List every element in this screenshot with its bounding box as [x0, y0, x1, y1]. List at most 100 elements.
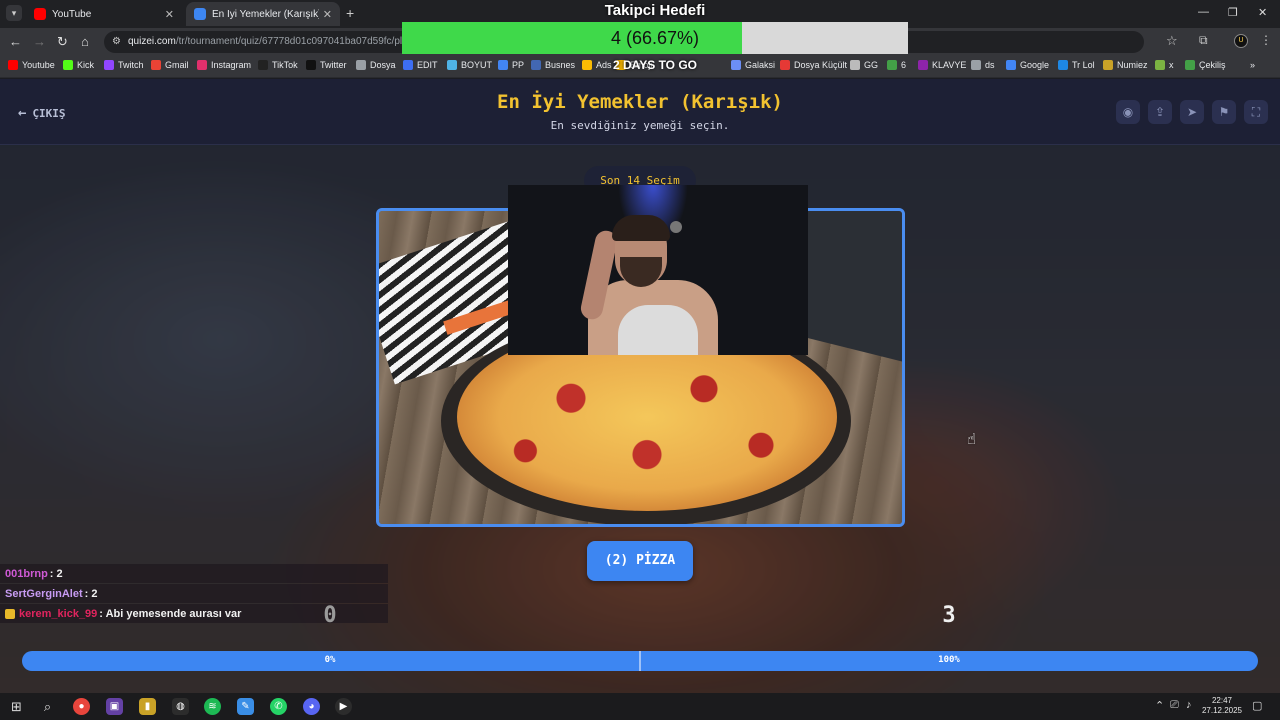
more-bookmarks-icon[interactable]: »	[1250, 60, 1255, 70]
windows-start-icon[interactable]: ⊞	[8, 698, 25, 715]
bookmark-item[interactable]: Twitch	[104, 60, 144, 70]
clock[interactable]: 22:47 27.12.2025	[1196, 696, 1248, 716]
library-icon[interactable]: ▮	[139, 698, 156, 715]
network-icon[interactable]: ⎚	[1170, 699, 1179, 712]
bookmark-favicon-icon	[1058, 60, 1068, 70]
quizei-icon	[194, 8, 206, 20]
bookmark-label: Youtube	[22, 60, 55, 70]
bookmark-favicon-icon	[1103, 60, 1113, 70]
profile-avatar[interactable]: U	[1234, 34, 1248, 48]
progress-divider	[639, 651, 641, 671]
bookmark-item[interactable]: Twitter	[306, 60, 347, 70]
spotify-icon[interactable]: ≋	[204, 698, 221, 715]
clock-date: 27.12.2025	[1201, 706, 1243, 715]
bookmark-favicon-icon	[306, 60, 316, 70]
choice-button[interactable]: (2) PİZZA	[587, 541, 693, 581]
bookmark-label: Twitch	[118, 60, 144, 70]
quiz-page: ← ÇIKIŞ En İyi Yemekler (Karışık) En sev…	[0, 79, 1280, 693]
tab-search-icon[interactable]: ▾	[6, 5, 22, 21]
bookmark-favicon-icon	[104, 60, 114, 70]
bookmark-favicon-icon	[356, 60, 366, 70]
tab-title: YouTube	[52, 8, 92, 20]
bookmark-item[interactable]: Numiez	[1103, 60, 1148, 70]
bookmark-star-icon[interactable]: ☆	[1166, 33, 1178, 49]
chrome-icon[interactable]: ●	[73, 698, 90, 715]
bookmark-label: Kick	[77, 60, 95, 70]
page-subtitle: En sevdiğiniz yemeği seçin.	[550, 119, 730, 132]
exit-button[interactable]: ← ÇIKIŞ	[18, 105, 66, 121]
search-icon[interactable]: ⌕	[39, 698, 56, 715]
bookmark-favicon-icon	[63, 60, 73, 70]
bookmark-item[interactable]: Kick	[63, 60, 94, 70]
close-tab-icon[interactable]: ✕	[323, 8, 332, 21]
arrow-left-icon: ←	[18, 105, 27, 121]
new-tab-icon[interactable]: +	[346, 5, 354, 21]
tray-chevron-icon[interactable]: ⌃	[1155, 699, 1164, 712]
bookmark-item[interactable]: Youtube	[8, 60, 55, 70]
bookmark-item[interactable]: Gmail	[151, 60, 189, 70]
bookmark-item[interactable]: Çekiliş	[1185, 60, 1226, 70]
restore-icon[interactable]: ❐	[1228, 6, 1238, 19]
webcam-overlay	[508, 185, 808, 355]
home-icon[interactable]: ⌂	[81, 34, 89, 49]
share-icon[interactable]: ⇪	[1148, 100, 1172, 124]
obs-icon[interactable]: ◍	[172, 698, 189, 715]
extensions-icon[interactable]: ⧉	[1199, 33, 1208, 48]
bookmark-favicon-icon	[918, 60, 928, 70]
right-score: 3	[942, 603, 956, 628]
whatsapp-icon[interactable]: ✆	[270, 698, 287, 715]
bookmark-item[interactable]: KLAVYE	[918, 60, 966, 70]
back-icon[interactable]: ←	[9, 34, 22, 49]
menu-icon[interactable]: ⋮	[1260, 33, 1272, 47]
minimize-icon[interactable]: —	[1198, 6, 1209, 18]
eye-icon[interactable]: ◉	[1116, 100, 1140, 124]
bookmark-favicon-icon	[258, 60, 268, 70]
youtube-icon	[34, 8, 46, 20]
streamer-shirt	[618, 305, 698, 355]
goal-progress-bar: 4 (66.67%)	[402, 22, 908, 54]
crown-badge-icon	[5, 608, 15, 619]
bookmark-item[interactable]: Instagram	[197, 60, 251, 70]
bookmark-item[interactable]: Dosya	[356, 60, 396, 70]
fullscreen-icon[interactable]: ⛶	[1244, 100, 1268, 124]
bookmark-item[interactable]: Tr Lol	[1058, 60, 1095, 70]
chat-username: 001brnp	[5, 567, 48, 580]
chat-username: kerem_kick_99	[19, 607, 98, 620]
clock-time: 22:47	[1211, 696, 1233, 705]
bookmark-label: x	[1169, 60, 1174, 70]
bookmark-favicon-icon	[151, 60, 161, 70]
flag-icon[interactable]: ⚑	[1212, 100, 1236, 124]
bookmark-item[interactable]: x	[1155, 60, 1174, 70]
bookmark-favicon-icon	[8, 60, 18, 70]
bookmark-item[interactable]: TikTok	[258, 60, 298, 70]
chat-message: SertGerginAlet: 2	[0, 584, 388, 603]
forward-icon[interactable]: →	[33, 34, 46, 49]
media-player-icon[interactable]: ▶	[335, 698, 352, 715]
app-icon[interactable]: ✎	[237, 698, 254, 715]
notifications-icon[interactable]: ▢	[1252, 699, 1262, 712]
chat-message: 001brnp: 2	[0, 564, 388, 583]
chat-text: : 2	[84, 587, 98, 600]
tab-youtube[interactable]: YouTube ✕	[26, 2, 182, 26]
right-percent: 100%	[938, 655, 960, 665]
goal-count: 4 (66.67%)	[610, 28, 700, 48]
close-tab-icon[interactable]: ✕	[165, 8, 174, 21]
close-window-icon[interactable]: ✕	[1258, 6, 1267, 19]
bookmark-label: Çekiliş	[1199, 60, 1226, 70]
bookmark-item[interactable]: ds	[971, 60, 995, 70]
left-score: 0	[323, 603, 337, 628]
bookmark-item[interactable]: Google	[1006, 60, 1049, 70]
send-icon[interactable]: ➤	[1180, 100, 1204, 124]
volume-icon[interactable]: ♪	[1186, 699, 1192, 711]
site-info-icon[interactable]: ⚙	[112, 36, 121, 47]
windows-taskbar: ⊞ ⌕ ● ▣ ▮ ◍ ≋ ✎ ✆ ◕ ▶ ⌃ ⎚ ♪ 22:47 27.12.…	[0, 693, 1280, 720]
discord-icon[interactable]: ◕	[303, 698, 320, 715]
goal-title: Takipci Hedefi	[604, 2, 706, 19]
reload-icon[interactable]: ↻	[57, 34, 68, 50]
bookmark-label: Numiez	[1117, 60, 1148, 70]
tab-quiz[interactable]: En İyi Yemekler (Karışık) – Tier L ✕	[186, 2, 340, 26]
bookmark-label: KLAVYE	[932, 60, 967, 70]
bookmark-label: Dosya	[370, 60, 396, 70]
twitch-studio-icon[interactable]: ▣	[106, 698, 123, 715]
streamer-hair	[612, 215, 670, 241]
